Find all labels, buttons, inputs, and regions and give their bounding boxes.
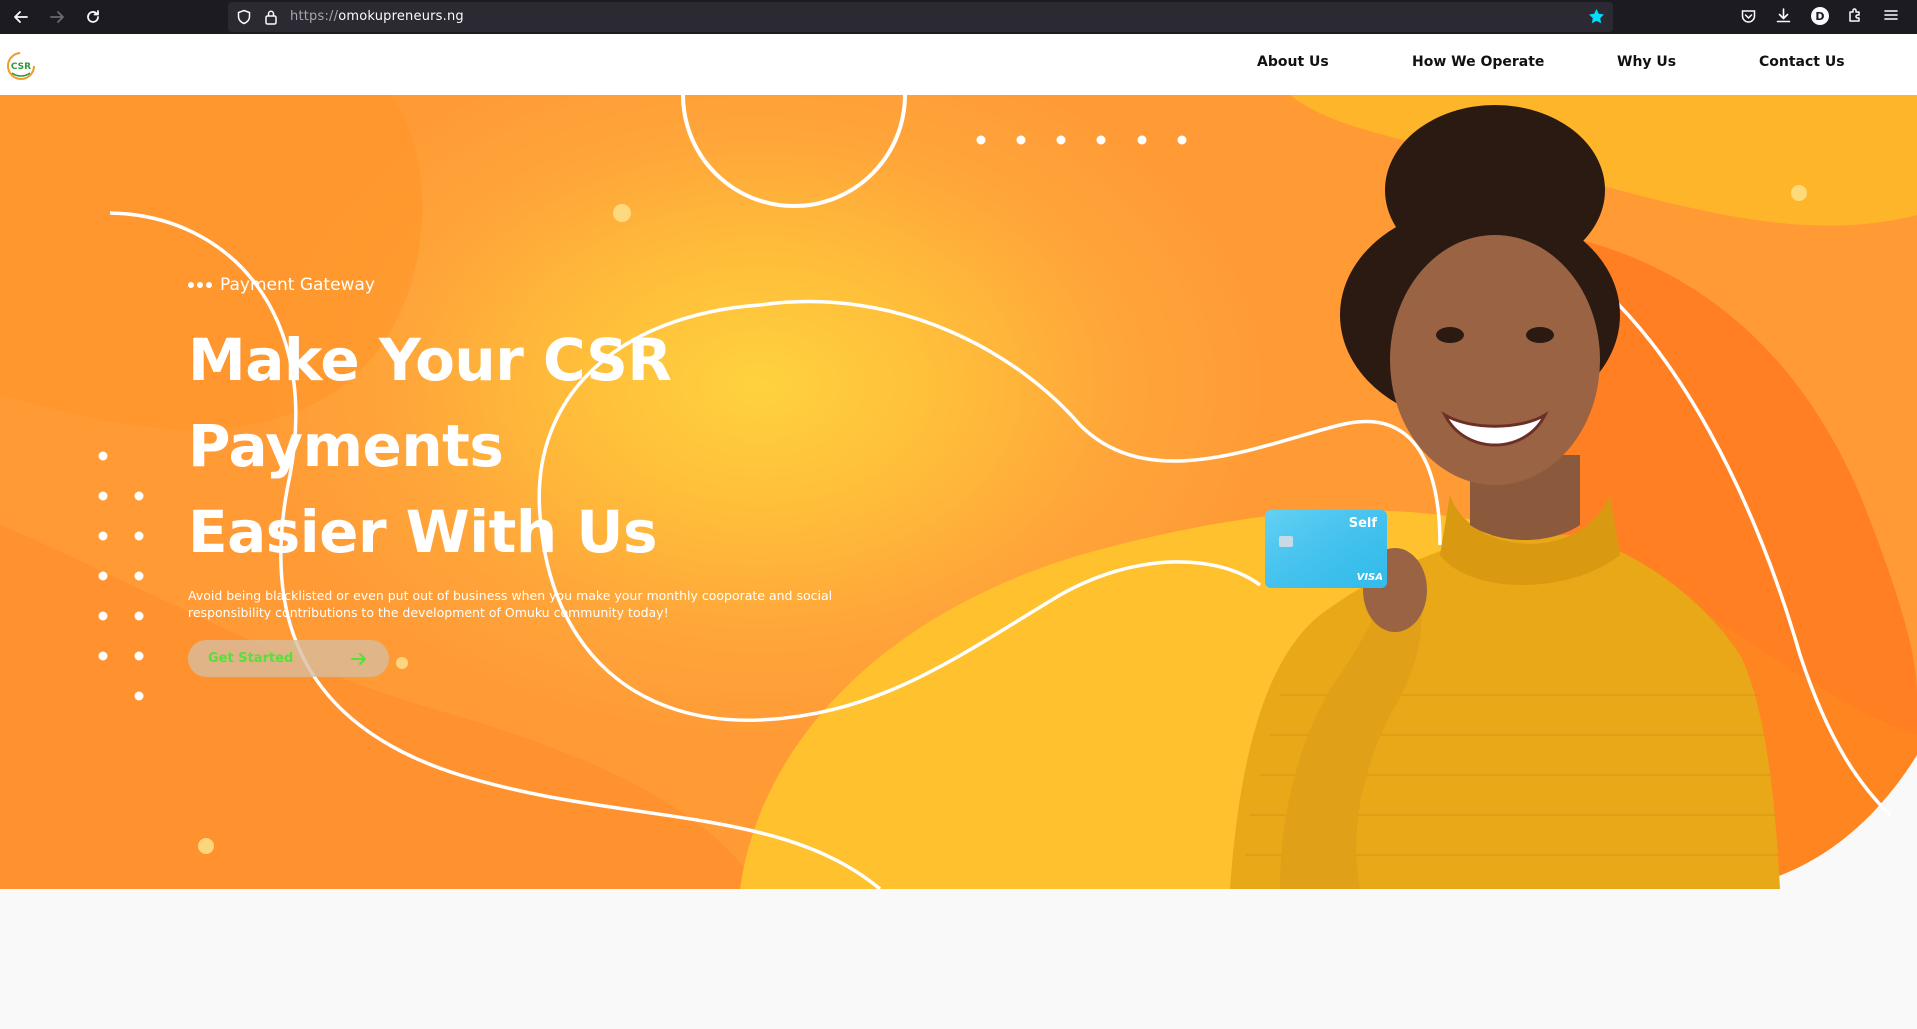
payment-card: Self VISA xyxy=(1265,510,1387,588)
woman-holding-card-illustration: Self VISA xyxy=(1230,105,1780,889)
card-brand: Self xyxy=(1349,516,1378,531)
nav-about-us[interactable]: About Us xyxy=(1257,54,1329,70)
pocket-icon[interactable] xyxy=(1740,8,1757,25)
download-icon[interactable] xyxy=(1775,7,1792,24)
browser-toolbar: https://omokupreneurs.ng D xyxy=(0,0,1917,34)
extensions-icon[interactable] xyxy=(1847,7,1864,24)
hero-title-line-2: Payments xyxy=(188,412,504,480)
bookmark-star-icon[interactable] xyxy=(1588,8,1605,25)
url-scheme: https:// xyxy=(290,9,339,24)
eyebrow-label: Payment Gateway xyxy=(220,275,375,295)
get-started-label: Get Started xyxy=(208,651,294,666)
account-avatar[interactable]: D xyxy=(1811,7,1829,25)
decorative-dots-top xyxy=(976,135,1187,145)
hero-description: Avoid being blacklisted or even put out … xyxy=(188,588,833,620)
ellipsis-icon xyxy=(188,282,212,288)
hero-title-line-1: Make Your CSR xyxy=(188,326,672,394)
lock-icon[interactable] xyxy=(264,9,278,25)
svg-text:CSR: CSR xyxy=(11,62,31,72)
hero-title: Make Your CSR Payments Easier With Us xyxy=(188,317,888,575)
arrow-right-icon xyxy=(351,653,366,665)
back-icon[interactable] xyxy=(8,4,34,30)
hero-eyebrow: Payment Gateway xyxy=(188,275,375,295)
nav-how-we-operate[interactable]: How We Operate xyxy=(1412,54,1544,70)
content-section xyxy=(0,889,1917,1029)
hero-section: Self VISA Payment Gateway Make Your CSR … xyxy=(0,95,1917,889)
url-bar[interactable]: https://omokupreneurs.ng xyxy=(228,2,1613,32)
get-started-button[interactable]: Get Started xyxy=(188,640,389,677)
csr-logo[interactable]: CSR xyxy=(6,51,36,81)
shield-icon[interactable] xyxy=(236,9,252,25)
avatar-initial: D xyxy=(1815,9,1825,23)
url-host: omokupreneurs.ng xyxy=(338,9,464,24)
reload-icon[interactable] xyxy=(80,4,106,30)
forward-icon[interactable] xyxy=(44,4,70,30)
url-text: https://omokupreneurs.ng xyxy=(290,9,464,24)
menu-icon[interactable] xyxy=(1883,7,1899,23)
hero-title-line-3: Easier With Us xyxy=(188,498,657,566)
card-network: VISA xyxy=(1357,572,1383,583)
nav-contact-us[interactable]: Contact Us xyxy=(1759,54,1845,70)
site-header: CSR About Us How We Operate Why Us Conta… xyxy=(0,34,1917,95)
nav-why-us[interactable]: Why Us xyxy=(1617,54,1676,70)
